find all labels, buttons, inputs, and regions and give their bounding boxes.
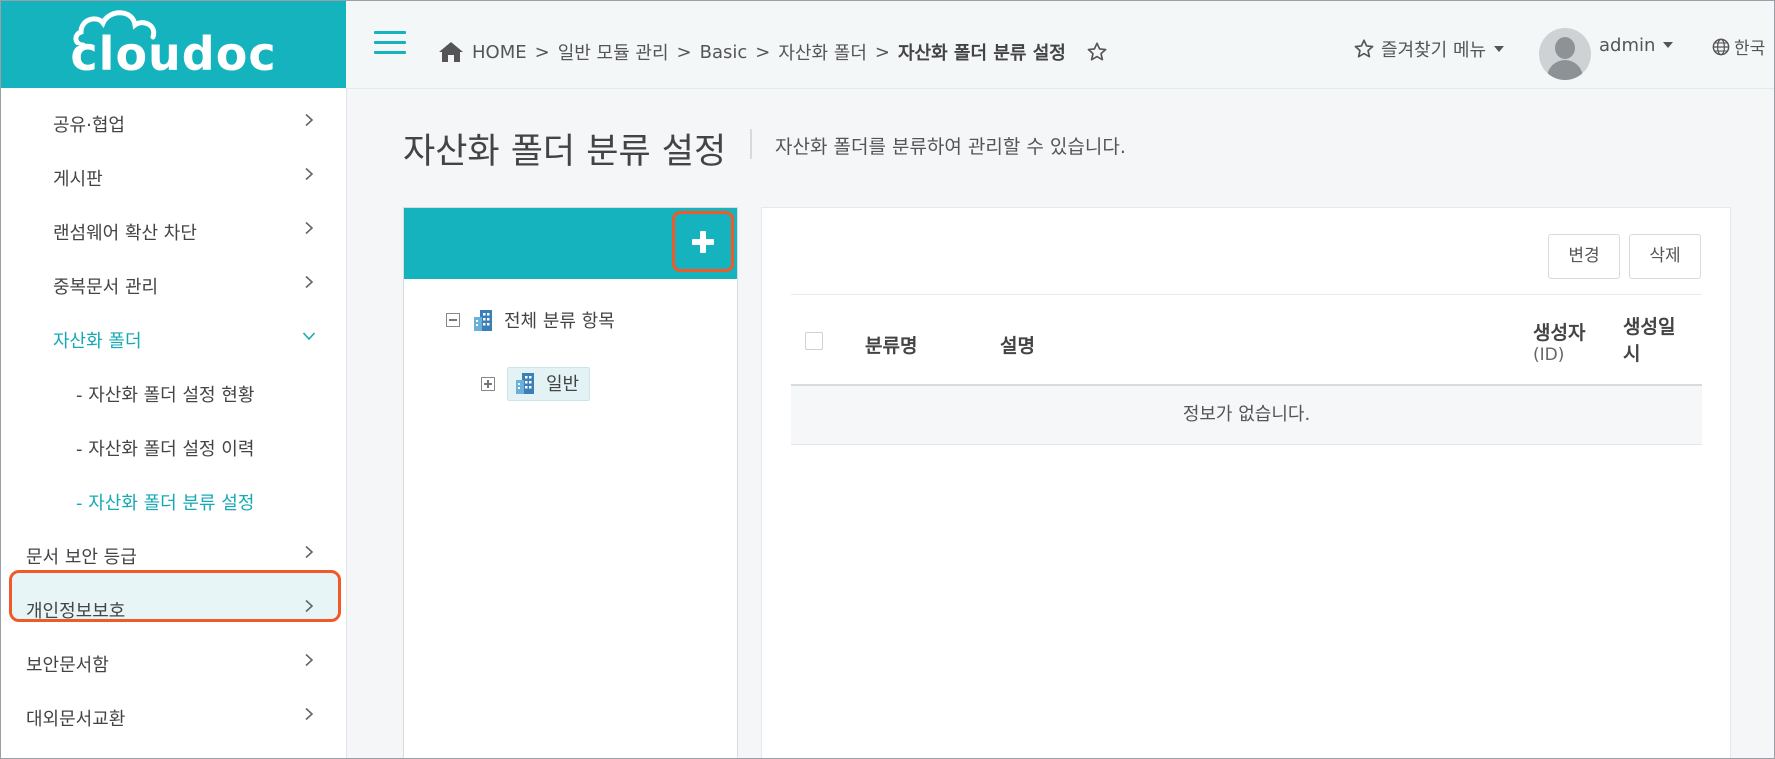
title-divider [750,129,752,159]
change-button[interactable]: 변경 [1548,234,1620,279]
breadcrumb-general-module[interactable]: 일반 모듈 관리 [558,39,669,65]
chevron-right-icon [305,167,314,181]
sidebar-item-label: 중복문서 관리 [53,277,159,298]
breadcrumb-separator: > [874,41,890,63]
tree-node-label: 일반 [546,374,580,395]
sidebar-subitem-asset-status[interactable]: - 자산화 폴더 설정 현황 [1,366,346,420]
sidebar-item-ransomware[interactable]: 랜섬웨어 확산 차단 [1,204,346,258]
sidebar-item-label: 랜섬웨어 확산 차단 [53,223,197,244]
menu-icon[interactable] [374,31,406,55]
chevron-right-icon [305,113,314,127]
logo[interactable]: cloudoc [1,1,346,88]
sidebar-item-label: 문서 보안 등급 [26,547,137,568]
logo-text: cloudoc [70,27,277,81]
sidebar-item-label: 게시판 [53,169,103,190]
sidebar-subitem-asset-classification[interactable]: - 자산화 폴더 분류 설정 [1,474,346,528]
chevron-right-icon [305,599,314,613]
sidebar-item-share[interactable]: 공유·협업 [1,96,346,150]
language-selector[interactable]: 한국 [1712,34,1765,59]
user-menu[interactable]: admin [1539,18,1674,80]
sidebar-item-label: 공유·협업 [53,115,125,136]
empty-table-row: 정보가 없습니다. [791,386,1702,445]
caret-down-icon [1663,42,1674,48]
page-title: 자산화 폴더 분류 설정 [403,132,727,172]
column-header-description[interactable]: 설명 [1000,331,1035,358]
chevron-right-icon [305,221,314,235]
sidebar-subitem-label: - 자산화 폴더 분류 설정 [76,493,255,514]
column-header-name[interactable]: 분류명 [865,331,917,358]
breadcrumb-basic[interactable]: Basic [700,42,748,63]
sidebar-item-board[interactable]: 게시판 [1,150,346,204]
add-category-button[interactable] [672,211,734,272]
sidebar-item-label: 대외문서교환 [26,709,126,730]
breadcrumb-separator: > [755,41,771,63]
language-label: 한국 [1734,39,1766,59]
caret-down-icon [1494,46,1505,52]
user-avatar-icon [1539,28,1591,80]
breadcrumb-separator: > [534,41,550,63]
breadcrumb-asset-folder[interactable]: 자산화 폴더 [778,39,867,65]
chevron-right-icon [305,707,314,721]
chevron-right-icon [305,653,314,667]
column-header-created-at[interactable]: 생성일시 [1623,314,1683,368]
breadcrumb: HOME > 일반 모듈 관리 > Basic > 자산화 폴더 > 자산화 폴… [438,39,1108,65]
breadcrumb-separator: > [676,41,692,63]
sidebar-item-secure-box[interactable]: 보안문서함 [1,636,346,690]
building-icon [516,373,534,394]
category-tree-panel: 전체 분류 항목 일반 [403,207,738,758]
breadcrumb-current: 자산화 폴더 분류 설정 [897,43,1066,64]
sidebar-item-security-level[interactable]: 문서 보안 등급 [1,528,346,582]
sidebar-subitem-label: - 자산화 폴더 설정 이력 [76,439,255,460]
column-header-creator[interactable]: 생성자 (ID) [1533,318,1585,365]
sidebar-item-duplicate-docs[interactable]: 중복문서 관리 [1,258,346,312]
delete-button[interactable]: 삭제 [1629,234,1701,279]
top-header: HOME > 일반 모듈 관리 > Basic > 자산화 폴더 > 자산화 폴… [346,1,1774,89]
tree-node-selected[interactable]: 일반 [507,367,591,401]
expand-icon[interactable] [481,377,495,391]
sidebar: 공유·협업 게시판 랜섬웨어 확산 차단 중복문서 관리 자산화 폴더 - 자산… [1,88,347,758]
user-name: admin [1599,34,1656,56]
sidebar-item-external-exchange[interactable]: 대외문서교환 [1,690,346,744]
favorites-menu-label: 즐겨찾기 메뉴 [1381,40,1487,61]
sidebar-item-label: 자산화 폴더 [53,331,142,352]
sidebar-item-label: 보안문서함 [26,655,109,676]
chevron-down-icon [302,332,316,341]
category-table-panel: 변경 삭제 분류명 설명 생성자 (ID) 생성일시 정보가 없습니다. [761,207,1731,758]
column-header-creator-label: 생성자 [1533,322,1586,344]
globe-icon [1712,38,1730,55]
tree-panel-header [404,208,737,279]
chevron-right-icon [305,545,314,559]
sidebar-item-asset-folder[interactable]: 자산화 폴더 [1,312,346,366]
collapse-icon[interactable] [446,313,460,327]
breadcrumb-home[interactable]: HOME [472,42,527,63]
home-icon[interactable] [438,41,464,63]
sidebar-item-label: 개인정보보호 [26,601,126,622]
sidebar-subitem-asset-history[interactable]: - 자산화 폴더 설정 이력 [1,420,346,474]
page-description: 자산화 폴더를 분류하여 관리할 수 있습니다. [775,136,1126,158]
star-icon[interactable] [1086,41,1108,63]
tree-node-label: 전체 분류 항목 [504,311,615,332]
star-outline-icon [1354,39,1374,58]
column-header-creator-sub: (ID) [1533,345,1565,365]
chevron-right-icon [305,275,314,289]
divider [791,294,1702,295]
favorites-menu[interactable]: 즐겨찾기 메뉴 [1353,36,1505,62]
tree-node-root[interactable]: 전체 분류 항목 [446,307,615,333]
app-window: cloudoc HOME > 일반 모듈 관리 > Basic > 자산화 폴더… [0,0,1775,759]
building-icon [474,310,492,331]
sidebar-item-privacy[interactable]: 개인정보보호 [1,582,346,636]
select-all-checkbox[interactable] [805,332,823,350]
tree-node-general[interactable]: 일반 [481,367,591,401]
sidebar-subitem-label: - 자산화 폴더 설정 현황 [76,385,255,406]
